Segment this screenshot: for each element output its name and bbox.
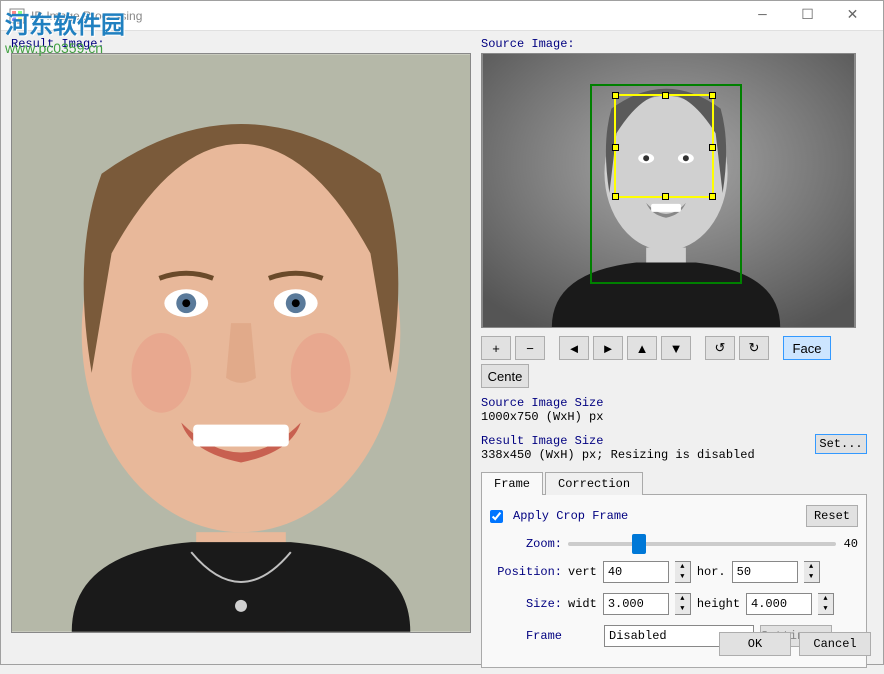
cancel-button[interactable]: Cancel — [799, 632, 871, 656]
hor-label: hor. — [697, 565, 726, 579]
handle-bl[interactable] — [612, 193, 619, 200]
result-size-label: Result Image Size — [481, 434, 603, 448]
ok-button[interactable]: OK — [719, 632, 791, 656]
zoom-slider-thumb[interactable] — [632, 534, 646, 554]
zoom-slider[interactable] — [568, 542, 836, 546]
height-down[interactable]: ▼ — [818, 604, 833, 614]
move-down-button[interactable]: ▼ — [661, 336, 691, 360]
width-label: widt — [568, 597, 597, 611]
source-size-value: 1000x750 (WxH) px — [481, 410, 867, 424]
height-label: height — [697, 597, 740, 611]
handle-tc[interactable] — [662, 92, 669, 99]
result-image — [11, 53, 471, 633]
zoom-label: Zoom: — [490, 537, 562, 551]
result-size-value: 338x450 (WxH) px; Resizing is disabled — [481, 448, 867, 462]
set-button[interactable]: Set... — [815, 434, 867, 454]
result-face-portrait — [12, 54, 470, 632]
source-image[interactable] — [481, 53, 856, 328]
handle-tl[interactable] — [612, 92, 619, 99]
vert-down[interactable]: ▼ — [675, 572, 690, 582]
handle-mr[interactable] — [709, 144, 716, 151]
toolbar: + − ◄ ► ▲ ▼ ↺ ↻ Face Cente — [481, 336, 867, 388]
size-label: Size: — [490, 597, 562, 611]
rotate-ccw-button[interactable]: ↺ — [705, 336, 735, 360]
vert-up[interactable]: ▲ — [675, 562, 690, 572]
source-size-label: Source Image Size — [481, 396, 867, 410]
ratio-label: Frame — [490, 629, 562, 643]
tab-frame[interactable]: Frame — [481, 472, 543, 495]
position-label: Position: — [490, 565, 562, 579]
source-label: Source Image: — [481, 37, 867, 51]
move-up-button[interactable]: ▲ — [627, 336, 657, 360]
handle-tr[interactable] — [709, 92, 716, 99]
zoom-in-button[interactable]: + — [481, 336, 511, 360]
window-title: ID Image Processing — [31, 9, 740, 23]
app-icon — [9, 8, 25, 24]
maximize-button[interactable]: ☐ — [785, 2, 830, 30]
width-down[interactable]: ▼ — [675, 604, 690, 614]
crop-frame-inner[interactable] — [614, 94, 714, 198]
close-button[interactable]: ✕ — [830, 2, 875, 30]
handle-bc[interactable] — [662, 193, 669, 200]
hor-input[interactable] — [732, 561, 798, 583]
tab-correction[interactable]: Correction — [545, 472, 643, 495]
center-button[interactable]: Cente — [481, 364, 529, 388]
move-right-button[interactable]: ► — [593, 336, 623, 360]
minimize-button[interactable]: ─ — [740, 2, 785, 30]
hor-down[interactable]: ▼ — [804, 572, 819, 582]
handle-br[interactable] — [709, 193, 716, 200]
hor-up[interactable]: ▲ — [804, 562, 819, 572]
width-input[interactable] — [603, 593, 669, 615]
result-label: Result Image: — [11, 37, 471, 51]
handle-ml[interactable] — [612, 144, 619, 151]
height-input[interactable] — [746, 593, 812, 615]
rotate-cw-button[interactable]: ↻ — [739, 336, 769, 360]
zoom-value: 40 — [844, 537, 858, 551]
width-up[interactable]: ▲ — [675, 594, 690, 604]
move-left-button[interactable]: ◄ — [559, 336, 589, 360]
vert-input[interactable] — [603, 561, 669, 583]
apply-crop-checkbox[interactable] — [490, 510, 503, 523]
vert-label: vert — [568, 565, 597, 579]
reset-button[interactable]: Reset — [806, 505, 858, 527]
titlebar: ID Image Processing ─ ☐ ✕ — [1, 1, 883, 31]
zoom-out-button[interactable]: − — [515, 336, 545, 360]
height-up[interactable]: ▲ — [818, 594, 833, 604]
apply-crop-label: Apply Crop Frame — [513, 509, 628, 523]
face-detect-button[interactable]: Face — [783, 336, 831, 360]
tabs: Frame Correction — [481, 472, 867, 495]
